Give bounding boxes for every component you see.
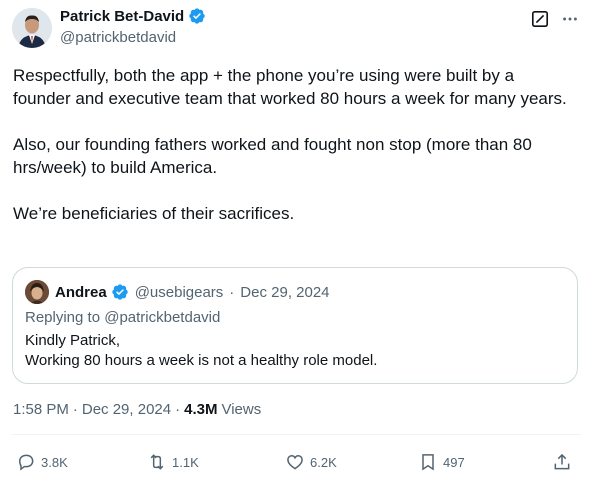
divider (12, 434, 581, 435)
tweet-paragraph: Respectfully, both the app + the phone y… (13, 66, 567, 108)
tweet-text: Respectfully, both the app + the phone y… (13, 64, 573, 225)
tweet-meta: 1:58 PM · Dec 29, 2024 · 4.3M Views (13, 401, 261, 418)
reply-count: 3.8K (41, 454, 68, 470)
tweet-date[interactable]: Dec 29, 2024 (82, 401, 171, 418)
quote-text: Kindly Patrick, Working 80 hours a week … (25, 331, 377, 371)
repost-button[interactable]: 1.1K (147, 450, 199, 474)
reply-icon (18, 454, 34, 471)
quoted-tweet[interactable]: Andrea @usebigears · Dec 29, 2024 Replyi… (12, 267, 578, 384)
share-button[interactable] (552, 450, 572, 474)
views-count[interactable]: 4.3M (184, 401, 217, 418)
reply-button[interactable]: 3.8K (16, 450, 68, 474)
quote-replying-to: Replying to @patrickbetdavid (25, 309, 221, 326)
bookmark-count: 497 (443, 454, 465, 470)
tweet-time[interactable]: 1:58 PM (13, 401, 69, 418)
verified-icon (112, 284, 128, 300)
grok-icon[interactable] (531, 10, 549, 28)
quote-avatar[interactable] (25, 280, 49, 304)
author-name-label[interactable]: Patrick Bet-David (60, 8, 184, 25)
tweet-paragraph: We’re beneficiaries of their sacrifices. (13, 204, 295, 223)
quote-text-line: Kindly Patrick, (25, 332, 121, 349)
like-count: 6.2K (310, 454, 337, 470)
meta-separator: · (72, 401, 78, 418)
repost-count: 1.1K (172, 454, 199, 470)
tweet-paragraph: Also, our founding fathers worked and fo… (13, 135, 532, 177)
bookmark-icon (422, 454, 434, 471)
repost-icon (150, 454, 164, 470)
quote-text-line: Working 80 hours a week is not a healthy… (25, 352, 378, 369)
views-label: Views (221, 401, 262, 418)
more-icon[interactable] (561, 10, 579, 28)
author-avatar[interactable] (12, 8, 52, 48)
meta-separator: · (175, 401, 181, 418)
action-bar: 3.8K 1.1K 6.2K 497 (16, 450, 576, 474)
bookmark-button[interactable]: 497 (418, 450, 465, 474)
quote-author-name[interactable]: Andrea (55, 284, 107, 301)
like-button[interactable]: 6.2K (285, 450, 337, 474)
share-icon (554, 453, 570, 470)
author-name[interactable]: Patrick Bet-David (60, 7, 206, 25)
verified-icon (189, 8, 205, 24)
quote-author-handle[interactable]: @usebigears (135, 284, 224, 301)
author-handle[interactable]: @patrickbetdavid (60, 29, 176, 46)
quote-date[interactable]: Dec 29, 2024 (240, 284, 329, 301)
quote-separator: · (229, 283, 235, 301)
like-icon (287, 454, 303, 470)
